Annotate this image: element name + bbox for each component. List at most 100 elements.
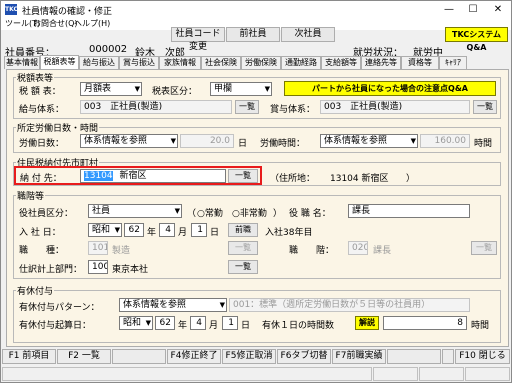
- tab-contacts[interactable]: 連絡先等: [361, 56, 401, 69]
- department-name: 東京本社: [112, 265, 149, 275]
- tab-payment-amounts[interactable]: 支給額等: [321, 56, 361, 69]
- tab-salary-transfer[interactable]: 給与振込: [79, 56, 119, 69]
- grade-list-button[interactable]: 一覧: [471, 241, 497, 255]
- payee-code: 13104: [84, 171, 113, 181]
- officer-type-select[interactable]: 社員 ▼: [88, 204, 182, 218]
- employee-code-change-button[interactable]: 社員コード変更: [171, 27, 225, 52]
- job-type-list-button[interactable]: 一覧: [228, 241, 258, 255]
- menu-inquiry[interactable]: お問合せ(Q): [33, 18, 78, 30]
- join-era-select[interactable]: 昭和 ▼: [88, 223, 122, 237]
- salary-system-list-button[interactable]: 一覧: [235, 100, 259, 114]
- payee-name: 新宿区: [119, 171, 147, 181]
- payee-label: 納 付 先：: [20, 174, 62, 184]
- salary-system-name: 正社員(製造): [110, 102, 163, 112]
- tax-class-select-value: 甲欄: [214, 84, 233, 94]
- status-pane-4: [465, 367, 510, 381]
- join-month-field[interactable]: 4: [159, 223, 175, 237]
- chevron-down-icon: ▼: [219, 301, 225, 309]
- close-button[interactable]: ✕: [487, 2, 509, 17]
- join-date-label: 入 社 日：: [19, 228, 61, 238]
- f1-prev-item-button[interactable]: F1 前項目: [2, 349, 56, 364]
- tax-table-label: 税 額 表：: [19, 87, 61, 97]
- menu-help[interactable]: ヘルプ(H): [74, 18, 110, 30]
- leave-hours-label: 有休１日の時間数: [262, 321, 335, 331]
- work-days-select[interactable]: 体系情報を参照 ▼: [80, 134, 178, 148]
- join-day-field[interactable]: 1: [191, 223, 207, 237]
- tax-table-select-value: 月額表: [84, 84, 112, 94]
- leave-era-select[interactable]: 昭和 ▼: [119, 316, 153, 330]
- tab-basic-info[interactable]: 基本情報: [4, 56, 40, 69]
- radio-parttime[interactable]: ○非常勤: [232, 206, 267, 219]
- f7-prev-job-record-button[interactable]: F7前職実績: [332, 349, 386, 364]
- chevron-down-icon: ▼: [170, 137, 176, 145]
- tab-commute-route[interactable]: 通勤経路: [281, 56, 321, 69]
- work-days-label: 労働日数：: [19, 139, 65, 149]
- app-icon: TKC: [5, 4, 18, 15]
- f4-finish-edit-button[interactable]: F4修正終了: [167, 349, 221, 364]
- tab-labor-insurance[interactable]: 労働保険: [241, 56, 281, 69]
- leave-pattern-label: 有休付与パターン：: [19, 303, 100, 313]
- work-hours-select[interactable]: 体系情報を参照 ▼: [320, 134, 418, 148]
- leave-day-field[interactable]: 1: [222, 316, 238, 330]
- work-hours-label: 労働時間：: [260, 139, 306, 149]
- chevron-down-icon: ▼: [145, 319, 151, 327]
- leave-pattern-select[interactable]: 体系情報を参照 ▼: [119, 298, 227, 312]
- maximize-button[interactable]: ☐: [462, 2, 484, 17]
- payee-list-button[interactable]: 一覧: [228, 169, 258, 183]
- bonus-system-list-button[interactable]: 一覧: [473, 100, 497, 114]
- department-code[interactable]: 100: [88, 260, 108, 274]
- leave-pattern-select-value: 体系情報を参照: [123, 300, 187, 310]
- work-days-group-title: 所定労働日数・時間: [16, 121, 100, 134]
- join-day-unit: 日: [210, 228, 220, 238]
- work-hours-select-value: 体系情報を参照: [324, 136, 388, 146]
- prev-job-button[interactable]: 前職: [228, 223, 258, 237]
- join-year-field[interactable]: 62: [124, 223, 144, 237]
- tab-tax-table[interactable]: 税額表等: [40, 55, 79, 69]
- function-key-bar: F1 前項目 F2 一覧 F4修正終了 F5修正取消 F6タブ切替 F7前職実績…: [1, 349, 511, 364]
- radio-group-open: （: [187, 209, 197, 219]
- next-employee-button[interactable]: 次社員: [281, 27, 335, 42]
- work-days-value: 20.0: [180, 134, 234, 148]
- leave-hours-unit: 時間: [471, 321, 490, 331]
- tab-qualifications[interactable]: 資格等: [401, 56, 439, 69]
- job-type-code: 101: [88, 241, 108, 255]
- radio-empty-icon: ○: [197, 209, 205, 219]
- leave-hours-field[interactable]: 8: [383, 316, 467, 330]
- f5-cancel-edit-button[interactable]: F5修正取消: [222, 349, 276, 364]
- leave-month-field[interactable]: 4: [190, 316, 206, 330]
- part-to-employee-notice-button[interactable]: パートから社員になった場合の注意点Q&A: [284, 81, 496, 96]
- leave-year-field[interactable]: 62: [155, 316, 175, 330]
- bonus-system-code: 003: [324, 102, 342, 112]
- tab-family-info[interactable]: 家族情報: [159, 56, 201, 69]
- leave-month-unit: 月: [209, 321, 219, 331]
- f3-button[interactable]: [112, 349, 166, 364]
- tab-social-insurance[interactable]: 社会保険: [201, 56, 241, 69]
- position-group-title: 職階等: [16, 189, 46, 202]
- minimize-button[interactable]: —: [438, 2, 460, 17]
- tax-class-select[interactable]: 甲欄 ▼: [210, 82, 272, 96]
- f6-switch-tab-button[interactable]: F6タブ切替: [277, 349, 331, 364]
- f8-button[interactable]: [387, 349, 441, 364]
- status-pane-3: [419, 367, 464, 381]
- job-title-field[interactable]: 課長: [348, 204, 470, 218]
- department-label: 仕訳計上部門：: [19, 265, 83, 275]
- f2-list-button[interactable]: F2 一覧: [57, 349, 111, 364]
- address-close: ）: [406, 174, 416, 184]
- explain-button[interactable]: 解説: [355, 316, 379, 330]
- work-days-select-value: 体系情報を参照: [84, 136, 148, 146]
- prev-employee-button[interactable]: 前社員: [226, 27, 280, 42]
- payee-field[interactable]: 13104 新宿区: [80, 169, 226, 183]
- tab-career[interactable]: ｷｬﾘｱ: [439, 56, 467, 69]
- radio-fulltime[interactable]: ○常勤: [197, 206, 223, 219]
- department-list-button[interactable]: 一覧: [228, 260, 258, 274]
- chevron-down-icon: ▼: [264, 85, 270, 93]
- address-label: （住所地：: [270, 174, 316, 184]
- officer-type-label: 役社員区分：: [19, 209, 74, 219]
- work-hours-value: 160.00: [420, 134, 470, 148]
- tax-table-select[interactable]: 月額表 ▼: [80, 82, 142, 96]
- tax-class-label: 税表区分：: [152, 87, 198, 97]
- tkc-qa-button[interactable]: TKCシステムQ&A: [445, 27, 508, 52]
- f9-button[interactable]: [442, 349, 454, 364]
- tab-bonus-transfer[interactable]: 賞与振込: [119, 56, 159, 69]
- f10-close-button[interactable]: F10 閉じる: [455, 349, 510, 364]
